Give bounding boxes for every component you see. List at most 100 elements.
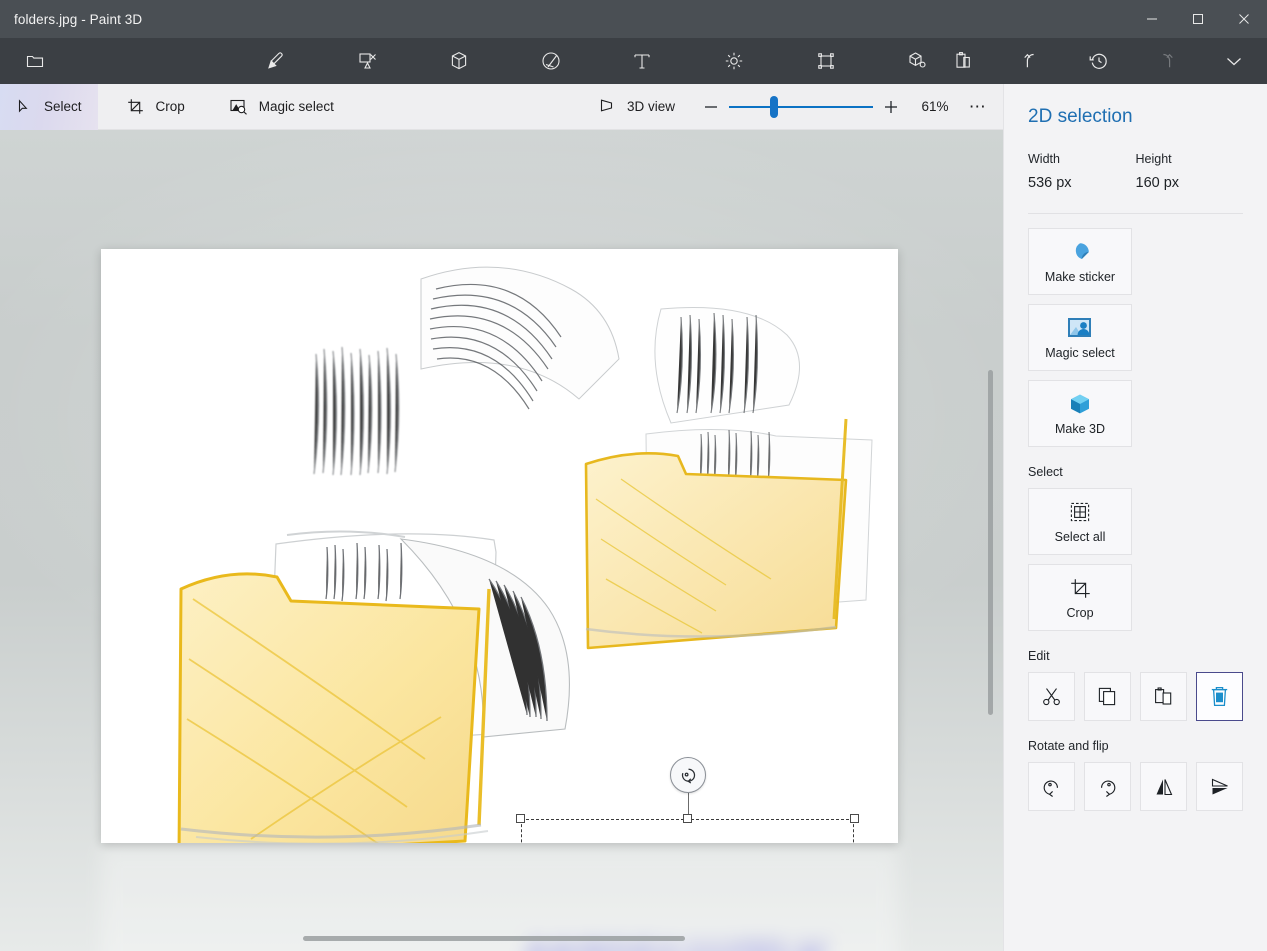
crop-icon [1070,575,1091,601]
edit-section [1028,672,1243,721]
cut-button[interactable] [1028,672,1075,721]
zoom-in-button[interactable] [873,90,909,124]
effects-icon[interactable] [528,38,574,84]
copy-button[interactable] [1084,672,1131,721]
make-sticker-label: Make sticker [1044,270,1116,284]
zoom-slider[interactable] [729,90,873,124]
select-all-icon [1070,499,1090,525]
height-label: Height [1135,152,1172,166]
handle-top-right[interactable] [850,814,859,823]
dimensions-group: Width 536 px Height 160 px [1028,152,1243,191]
panel-crop-button[interactable]: Crop [1028,564,1132,631]
magic-select-label: Magic select [1045,346,1115,360]
trash-icon [1211,686,1228,707]
paste-icon [1155,687,1172,705]
scissors-icon [1043,688,1060,706]
handle-top-left[interactable] [516,814,525,823]
panel-title: 2D selection [1028,106,1133,127]
copy-icon [1098,687,1116,706]
stickers-icon[interactable] [345,38,391,84]
text-icon[interactable] [620,38,666,84]
select-all-label: Select all [1054,530,1106,544]
width-label: Width [1028,152,1060,166]
make-3d-button[interactable]: Make 3D [1028,380,1132,447]
window-controls [1129,0,1267,38]
zoom-control: 61% ⋯ [693,90,995,124]
canvas-brightness-icon[interactable] [711,38,757,84]
panel-divider [1028,213,1243,214]
zoom-slider-track [729,105,873,108]
expand-menu-icon[interactable] [1211,38,1257,84]
vertical-scrollbar[interactable] [988,370,993,715]
select-section-label: Select [1028,465,1063,479]
height-value: 160 px [1135,175,1180,191]
zoom-out-button[interactable] [693,90,729,124]
paste-icon[interactable] [940,38,986,84]
canvas-icon[interactable] [803,38,849,84]
maximize-button[interactable] [1175,0,1221,38]
undo-icon[interactable] [1008,38,1054,84]
crop-icon [126,98,146,115]
tab-magic-select-label: Magic select [258,99,334,114]
paint3d-window: folders.jpg - Paint 3D Select Crop Magic… [0,0,1267,951]
make-3d-label: Make 3D [1054,422,1106,436]
toolbar-right-group: 3D view 61% ⋯ [599,90,1003,124]
view-3d-icon [599,98,617,116]
redo-icon[interactable] [1143,38,1189,84]
flip-vertical-icon [1211,778,1228,794]
flip-horizontal-icon [1156,778,1172,795]
flip-horizontal-button[interactable] [1140,762,1187,811]
cube-icon [1068,391,1092,417]
delete-button[interactable] [1196,672,1243,721]
sub-toolbar: Select Crop Magic select 3D view 61% ⋯ [0,83,1003,130]
zoom-slider-thumb[interactable] [770,95,778,118]
selection-box[interactable]: Watermark [516,757,859,843]
tab-crop-label: Crop [155,99,185,114]
3d-library-icon[interactable] [894,38,940,84]
tab-select-label: Select [44,99,82,114]
art-tools-icon[interactable] [253,38,299,84]
tab-magic-select[interactable]: Magic select [215,84,350,130]
image-canvas[interactable]: Watermark [101,249,898,843]
3d-shapes-icon[interactable] [436,38,482,84]
rotate-left-button[interactable] [1028,762,1075,811]
rotate-section-label: Rotate and flip [1028,739,1109,753]
handle-top-center[interactable] [682,814,692,823]
make-sticker-button[interactable]: Make sticker [1028,228,1132,295]
tab-select[interactable]: Select [0,83,98,130]
rotate-right-button[interactable] [1084,762,1131,811]
title-bar: folders.jpg - Paint 3D [0,0,1267,38]
minimize-button[interactable] [1129,0,1175,38]
rotate-handle[interactable] [669,757,706,793]
rotate-section [1028,762,1243,811]
sticker-icon [1068,239,1092,265]
select-section: Select all Crop [1028,488,1243,631]
menu-folder-icon[interactable] [12,38,58,84]
magic-select-icon [1067,315,1093,341]
properties-panel: 2D selection Width 536 px Height 160 px [1003,84,1267,951]
tab-crop[interactable]: Crop [112,84,201,130]
flip-vertical-button[interactable] [1196,762,1243,811]
window-title: folders.jpg - Paint 3D [14,11,143,27]
history-icon[interactable] [1076,38,1122,84]
cursor-icon [14,98,34,115]
primary-actions: Make sticker Magic select Make 3D [1028,228,1243,447]
edit-section-label: Edit [1028,649,1050,663]
close-button[interactable] [1221,0,1267,38]
paste-button[interactable] [1140,672,1187,721]
rotate-left-icon [1043,780,1058,797]
magic-select-icon [229,99,249,115]
magic-select-button[interactable]: Magic select [1028,304,1132,371]
zoom-percent: 61% [921,99,949,114]
view-3d-label: 3D view [626,99,675,114]
more-options-button[interactable]: ⋯ [961,90,995,124]
rotate-right-icon [1101,780,1116,797]
select-all-button[interactable]: Select all [1028,488,1132,555]
height-group: Height 160 px [1136,152,1244,191]
folders-sketch [101,249,898,843]
tool-ribbon [0,38,1267,84]
horizontal-scrollbar[interactable] [303,936,685,941]
view-3d-button[interactable]: 3D view [599,98,693,116]
width-group: Width 536 px [1028,152,1136,191]
canvas-stage[interactable]: Watermark [0,130,1003,951]
